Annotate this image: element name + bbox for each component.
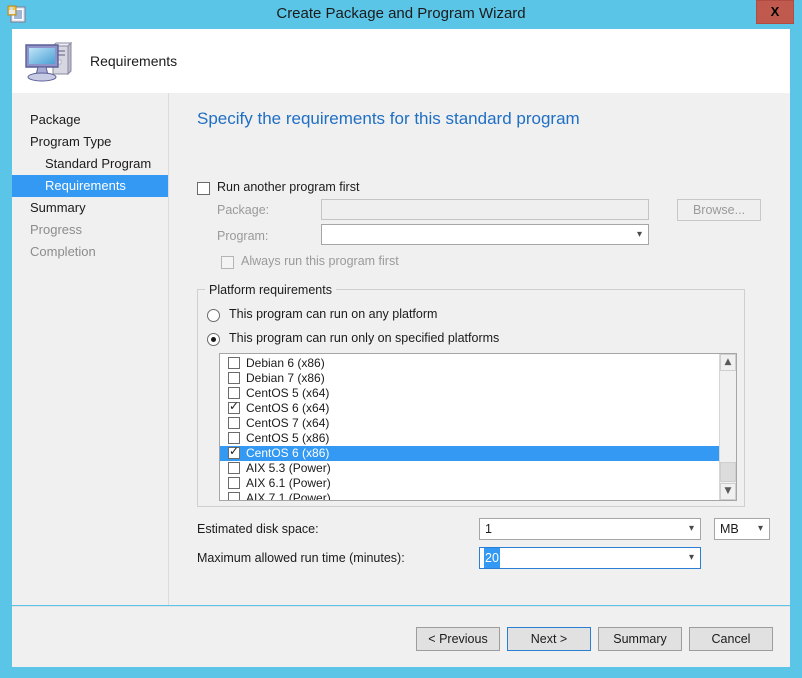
always-run-first-checkbox [221,256,234,269]
run-time-value[interactable]: 20 [484,548,500,568]
platform-checkbox[interactable] [228,387,240,399]
sidebar-item-requirements[interactable]: Requirements [12,175,168,197]
run-time-combobox[interactable]: 20 ▾ [479,547,701,569]
platform-checkbox[interactable] [228,462,240,474]
radio-selected-dot [211,337,216,342]
platform-checkbox[interactable] [228,417,240,429]
run-another-program-checkbox[interactable] [197,182,210,195]
close-button[interactable]: X [756,0,794,24]
platform-label: CentOS 5 (x86) [246,431,330,445]
platform-label: CentOS 6 (x64) [246,401,330,415]
program-combobox: ▾ [321,224,649,245]
wizard-header: Requirements [12,29,790,93]
next-button[interactable]: Next > [507,627,591,651]
chevron-down-icon[interactable]: ▾ [689,548,694,568]
chevron-down-icon: ▾ [636,229,642,240]
header-title: Requirements [90,53,178,69]
scrollbar-thumb[interactable] [720,462,736,482]
run-another-program-label: Run another program first [217,180,360,194]
radio-specified-platforms-label: This program can run only on specified p… [229,331,500,345]
wizard-body: Package Program Type Standard Program Re… [12,93,790,605]
previous-button[interactable]: < Previous [416,627,500,651]
list-item[interactable]: CentOS 5 (x86) [220,431,736,446]
disk-space-unit-combobox[interactable]: MB ▾ [714,518,770,540]
browse-button: Browse... [677,199,761,221]
list-item[interactable]: CentOS 5 (x64) [220,386,736,401]
sidebar-item-package[interactable]: Package [12,109,168,131]
platform-requirements-group-title: Platform requirements [205,283,336,297]
platform-label: CentOS 6 (x86) [246,446,330,460]
platform-checkbox[interactable] [228,357,240,369]
checkmark-icon: ✓ [229,444,240,458]
list-item[interactable]: AIX 7.1 (Power) [220,491,736,501]
platform-checkbox[interactable] [228,477,240,489]
sidebar-item-summary[interactable]: Summary [12,197,168,219]
platform-checkbox[interactable]: ✓ [228,399,240,414]
cancel-button[interactable]: Cancel [689,627,773,651]
radio-any-platform-label: This program can run on any platform [229,307,438,321]
platform-checkbox[interactable]: ✓ [228,444,240,459]
run-time-label: Maximum allowed run time (minutes): [197,551,405,565]
summary-button[interactable]: Summary [598,627,682,651]
disk-space-label: Estimated disk space: [197,522,319,536]
scroll-down-icon[interactable]: ▼ [720,483,736,500]
page-title: Specify the requirements for this standa… [197,109,580,128]
scroll-up-icon[interactable]: ▲ [720,354,736,371]
platform-label: Debian 6 (x86) [246,356,325,370]
platform-checkbox[interactable] [228,492,240,500]
platform-label: Debian 7 (x86) [246,371,325,385]
platform-listbox-scrollbar[interactable]: ▲ ▼ [719,354,736,500]
radio-any-platform[interactable] [207,309,220,322]
disk-space-value: 1 [485,522,492,536]
wizard-steps-sidebar: Package Program Type Standard Program Re… [12,93,168,605]
sidebar-item-standard-program[interactable]: Standard Program [12,153,168,175]
disk-space-combobox[interactable]: 1 ▾ [479,518,701,540]
program-field-label: Program: [217,229,269,243]
list-item[interactable]: CentOS 7 (x64) [220,416,736,431]
title-bar: Create Package and Program Wizard X [0,0,802,28]
list-item[interactable]: AIX 6.1 (Power) [220,476,736,491]
chevron-down-icon[interactable]: ▾ [758,519,763,539]
list-item[interactable]: Debian 7 (x86) [220,371,736,386]
platform-label: AIX 6.1 (Power) [246,476,331,490]
checkmark-icon: ✓ [229,399,240,413]
platform-label: CentOS 5 (x64) [246,386,330,400]
package-input [321,199,649,220]
sidebar-item-progress: Progress [30,222,83,237]
list-item-selected[interactable]: ✓ CentOS 6 (x86) [220,444,736,461]
disk-space-unit-value: MB [720,522,739,536]
platform-checkbox[interactable] [228,372,240,384]
wizard-window: Create Package and Program Wizard X Requ… [0,0,802,678]
platform-listbox[interactable]: Debian 6 (x86) Debian 7 (x86) CentOS 5 (… [219,353,737,501]
platform-label: AIX 7.1 (Power) [246,491,331,501]
list-item[interactable]: AIX 5.3 (Power) [220,461,736,476]
computer-monitor-icon [22,33,76,87]
wizard-content: Specify the requirements for this standa… [169,93,790,605]
platform-label: CentOS 7 (x64) [246,416,330,430]
chevron-down-icon[interactable]: ▾ [689,519,694,539]
list-item[interactable]: ✓ CentOS 6 (x64) [220,399,736,416]
sidebar-item-program-type[interactable]: Program Type [12,131,168,153]
platform-checkbox[interactable] [228,432,240,444]
platform-label: AIX 5.3 (Power) [246,461,331,475]
list-item[interactable]: Debian 6 (x86) [220,356,736,371]
window-title: Create Package and Program Wizard [276,5,526,22]
wizard-footer: < Previous Next > Summary Cancel [12,606,790,667]
radio-specified-platforms[interactable] [207,333,220,346]
sidebar-item-completion: Completion [30,244,96,259]
always-run-first-label: Always run this program first [241,254,399,268]
package-field-label: Package: [217,203,270,217]
